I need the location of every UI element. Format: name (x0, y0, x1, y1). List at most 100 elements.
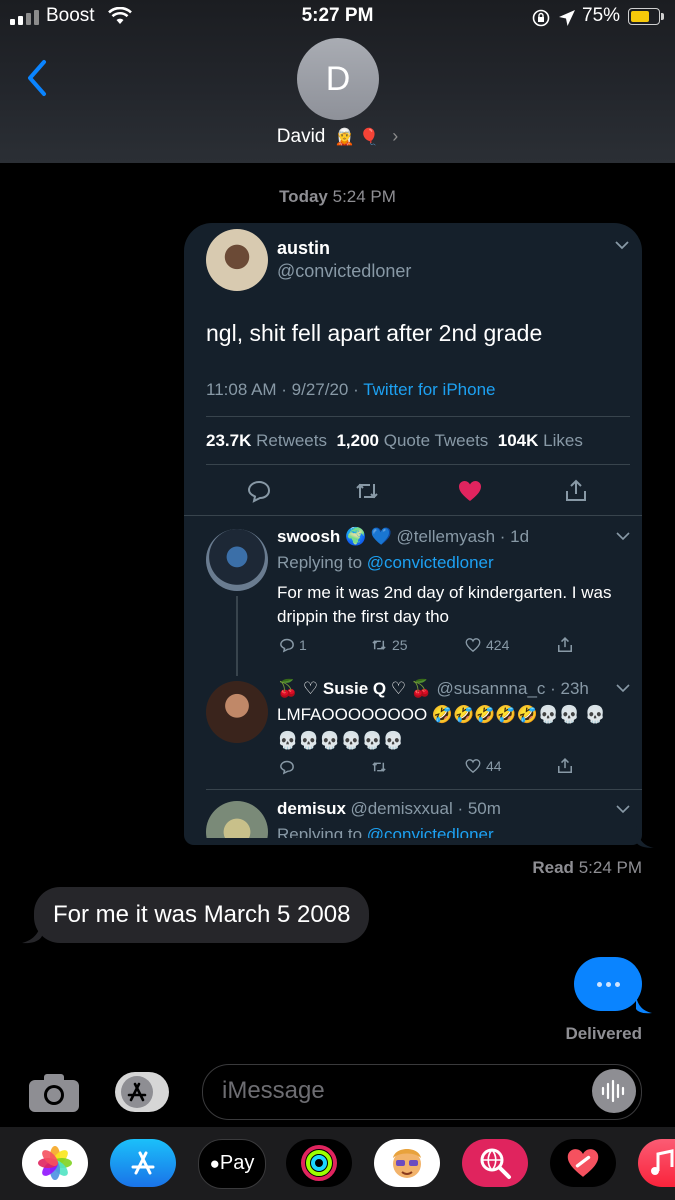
rotation-lock-icon (532, 9, 550, 27)
incoming-message-bubble[interactable]: For me it was March 5 2008 (34, 887, 370, 943)
camera-icon[interactable] (28, 1073, 80, 1113)
apple-pay-app[interactable]: ●Pay (198, 1139, 266, 1189)
heart-outline-icon (465, 638, 481, 653)
reply-icon (247, 480, 271, 503)
like-count-value: 44 (486, 758, 502, 774)
share-icon (558, 636, 572, 652)
apple-pay-text: Pay (219, 1152, 255, 1174)
retweet-icon (356, 483, 378, 499)
retweet-count: 25 (370, 637, 408, 653)
likes-label: Likes (543, 431, 583, 450)
app-store-icon (121, 1076, 153, 1108)
reply-header: demisux @demisxxual · 50m (277, 799, 501, 819)
share-icon (558, 757, 572, 773)
tweet-time: 11:08 AM · 9/27/20 · (206, 380, 359, 399)
like-count-value: 424 (486, 637, 510, 653)
app-store-button[interactable] (115, 1072, 169, 1112)
replying-to: Replying to @convictedloner (277, 553, 494, 573)
waveform-icon (601, 1079, 625, 1103)
tweet-stats: 23.7K Retweets 1,200 Quote Tweets 104K L… (206, 431, 583, 451)
memoji-face-icon (393, 1149, 421, 1178)
typing-indicator-bubble (574, 957, 642, 1011)
reply-icon (280, 760, 294, 775)
read-label: Read (532, 858, 574, 877)
reply-author-handle: @susannna_c · 23h (436, 679, 589, 698)
battery-percentage: 75% (582, 5, 621, 26)
imessage-placeholder: iMessage (222, 1077, 325, 1104)
web-search-app[interactable] (462, 1139, 528, 1187)
timestamp-time: 5:24 PM (332, 187, 396, 206)
chevron-down-icon (616, 532, 630, 541)
like-count: 424 (464, 637, 509, 653)
apple-pay-label: ●Pay (209, 1152, 255, 1174)
tweet-divider (184, 515, 642, 516)
read-time: 5:24 PM (578, 858, 642, 877)
like-heart-icon (459, 481, 481, 501)
message-timestamp: Today 5:24 PM (0, 187, 675, 207)
reply-text: LMFAOOOOOOOO 🤣🤣🤣🤣🤣💀💀 💀💀💀💀💀💀💀 (277, 705, 606, 750)
reply-author-name: demisux (277, 799, 346, 818)
contact-avatar[interactable]: D (297, 38, 379, 120)
reply-avatar (206, 801, 268, 838)
replying-prefix: Replying to (277, 825, 363, 838)
reply-header: swoosh 🌍 💙 @tellemyash · 1d (277, 527, 529, 547)
memoji-app[interactable] (374, 1139, 440, 1187)
heart-app[interactable] (550, 1139, 616, 1187)
chevron-down-icon (615, 241, 629, 250)
back-chevron-icon[interactable] (22, 58, 52, 98)
likes-count: 104K (497, 431, 539, 450)
like-count: 44 (464, 758, 502, 774)
tweet-divider (206, 464, 630, 465)
audio-message-button[interactable] (592, 1069, 636, 1113)
photos-flower-icon (38, 1146, 72, 1180)
battery-icon (628, 8, 664, 25)
tweet-divider (206, 416, 630, 417)
tweet-text: ngl, shit fell apart after 2nd grade (206, 320, 543, 346)
contact-emoji: 🧝 🎈 (334, 129, 379, 146)
globe-search-icon (480, 1148, 511, 1179)
app-store-app[interactable] (110, 1139, 176, 1187)
replying-handle: @convictedloner (366, 553, 494, 572)
app-store-icon (131, 1151, 155, 1175)
retweet-icon (372, 640, 386, 650)
location-arrow-icon (559, 10, 575, 26)
retweet-icon (372, 762, 386, 772)
activity-rings-icon (301, 1145, 337, 1181)
replying-handle: @convictedloner (366, 825, 494, 838)
retweets-label: Retweets (256, 431, 327, 450)
chevron-down-icon (616, 684, 630, 693)
reply-icon (280, 638, 294, 653)
reply-avatar (206, 529, 268, 591)
tweet-author-name: austin (277, 238, 331, 258)
replying-to: Replying to @convictedloner (277, 825, 494, 838)
heart-outline-icon (465, 759, 481, 774)
photos-app[interactable] (22, 1139, 88, 1187)
tweet-author-handle: @convictedloner (277, 261, 412, 281)
heart-icon (567, 1149, 599, 1177)
reply-author-handle: @demisxxual · 50m (350, 799, 501, 818)
reply-text: For me it was 2nd day of kindergarten. I… (277, 583, 612, 626)
reply-author-name: swoosh 🌍 💙 (277, 527, 393, 546)
tweet-source: Twitter for iPhone (363, 380, 496, 399)
reply-thread-line (236, 596, 238, 676)
chevron-right-icon: › (392, 126, 399, 146)
tweet-meta: 11:08 AM · 9/27/20 · Twitter for iPhone (206, 380, 495, 400)
quotes-count: 1,200 (336, 431, 379, 450)
reply-header: 🍒 ♡ Susie Q ♡ 🍒 @susannna_c · 23h (277, 679, 589, 699)
reply-author-handle: @tellemyash · 1d (396, 527, 530, 546)
activity-app[interactable] (286, 1139, 352, 1187)
reply-count-value: 1 (299, 637, 307, 653)
reply-3-clip: demisux @demisxxual · 50m Replying to @c… (184, 790, 642, 838)
replying-prefix: Replying to (277, 553, 363, 572)
delivered-receipt: Delivered (565, 1024, 642, 1043)
timestamp-day: Today (279, 187, 328, 206)
contact-name: David (276, 126, 326, 147)
reply-author-name: 🍒 ♡ Susie Q ♡ 🍒 (277, 679, 433, 698)
retweet-count-value: 25 (392, 637, 408, 653)
music-note-icon (651, 1149, 674, 1175)
reply-count: 1 (279, 637, 307, 653)
retweets-count: 23.7K (206, 431, 252, 450)
contact-name-button[interactable]: David 🧝 🎈 › (0, 126, 675, 148)
tweet-author-avatar (206, 229, 268, 291)
read-receipt: Read 5:24 PM (0, 858, 642, 878)
